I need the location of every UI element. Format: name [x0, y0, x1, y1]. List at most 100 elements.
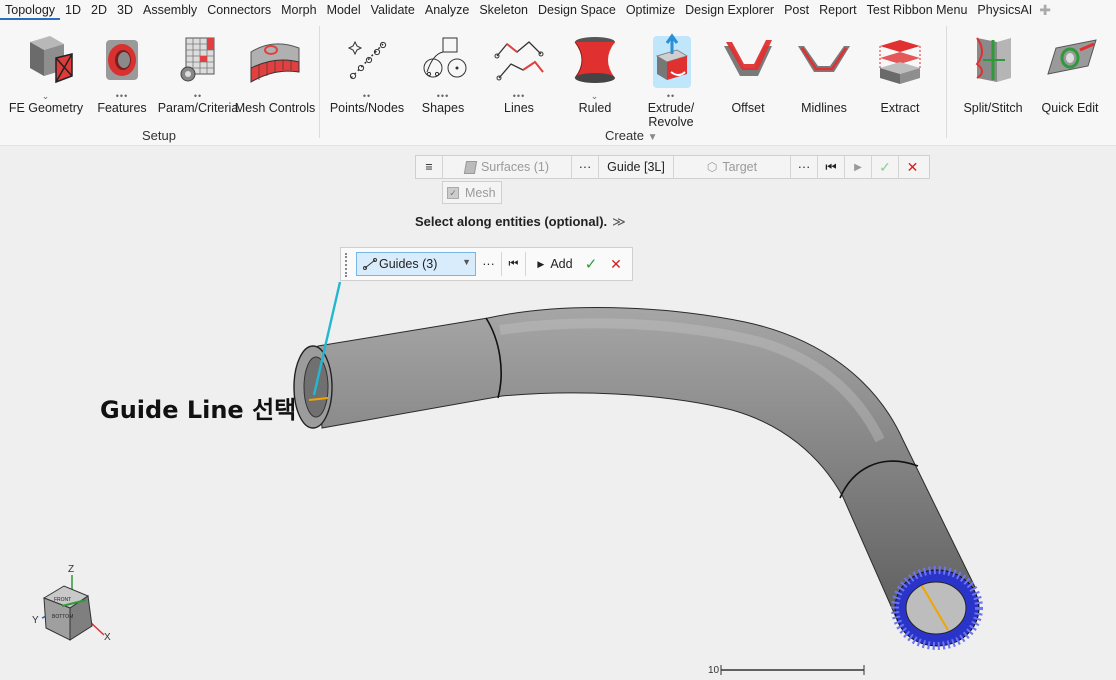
extract-label: Extract	[880, 101, 920, 115]
cancel-icon[interactable]: ✕	[606, 252, 626, 276]
midlines-icon	[798, 46, 850, 72]
menu-tab-assembly[interactable]: Assembly	[138, 0, 202, 20]
lines-icon	[494, 41, 544, 81]
guides-label: Guides (3)	[379, 257, 438, 271]
menu-tab-physicsai[interactable]: PhysicsAI	[972, 0, 1037, 20]
menu-tab-validate[interactable]: Validate	[366, 0, 420, 20]
param-criteria-label: Param/Criteria	[157, 101, 239, 115]
extract-button[interactable]: Extract	[858, 32, 942, 115]
menu-tab-topology[interactable]: Topology	[0, 0, 61, 20]
offset-button[interactable]: Offset	[706, 32, 790, 115]
split-stitch-icon	[975, 37, 1011, 82]
more-options-button-2[interactable]: ···	[791, 156, 818, 178]
ruled-icon	[574, 37, 615, 83]
points-nodes-button[interactable]: •• Points/Nodes	[325, 32, 409, 115]
axis-y-label: Y	[32, 615, 39, 626]
param-criteria-button[interactable]: •• Param/Criteria	[156, 32, 240, 115]
ruled-button[interactable]: ⌄ Ruled	[553, 32, 637, 115]
add-button[interactable]: ▶ Add	[534, 252, 576, 276]
menu-tab-test-ribbon-menu[interactable]: Test Ribbon Menu	[862, 0, 973, 20]
features-label: Features	[97, 101, 147, 115]
target-selector[interactable]: ⬡ Target	[674, 156, 791, 178]
menu-tab-report[interactable]: Report	[814, 0, 862, 20]
dropdown-icon[interactable]: ⌄	[4, 92, 88, 101]
points-nodes-icon	[347, 40, 387, 80]
features-button[interactable]: ••• Features	[80, 32, 164, 115]
menu-tab-connectors[interactable]: Connectors	[202, 0, 276, 20]
quick-edit-button[interactable]: Quick Edit	[1028, 32, 1112, 115]
confirm-icon[interactable]: ✓	[581, 252, 601, 276]
shapes-button[interactable]: ••• Shapes	[401, 32, 485, 115]
surface-icon	[463, 160, 478, 174]
reset-icon[interactable]: ⏮	[818, 156, 845, 178]
param-criteria-icon	[180, 37, 215, 82]
menu-tab-post[interactable]: Post	[779, 0, 814, 20]
split-stitch-button[interactable]: Split/Stitch	[951, 32, 1035, 115]
more-dots-icon[interactable]: ••	[325, 92, 409, 101]
more-options-button[interactable]: ···	[572, 156, 599, 178]
menu-tab-morph[interactable]: Morph	[276, 0, 321, 20]
menu-tab-analyze[interactable]: Analyze	[420, 0, 474, 20]
mesh-label: Mesh	[465, 185, 496, 200]
lines-button[interactable]: ••• Lines	[477, 32, 561, 115]
add-tab-icon[interactable]: ✚	[1037, 2, 1051, 19]
extrude-revolve-button[interactable]: •• Extrude/ Revolve	[629, 32, 713, 129]
selection-toolbar: ≡ Surfaces (1) ··· Guide [3L] ⬡ Target ·…	[415, 155, 930, 179]
create-label-text: Create	[605, 128, 645, 143]
surfaces-selector[interactable]: Surfaces (1)	[443, 156, 572, 178]
dropdown-icon[interactable]: ⌄	[553, 92, 637, 101]
reset-icon[interactable]: ⏮	[502, 252, 526, 276]
midlines-button[interactable]: Midlines	[782, 32, 866, 115]
checkbox-icon: ✓	[447, 186, 459, 199]
more-dots-icon[interactable]: •••	[477, 92, 561, 101]
add-label: Add	[550, 257, 573, 271]
guides-toolbar: Guides (3) ▼ ··· ⏮ ▶ Add ✓ ✕	[340, 247, 633, 281]
cancel-icon[interactable]: ✕	[899, 156, 926, 178]
menu-tab-design-space[interactable]: Design Space	[533, 0, 621, 20]
shapes-icon	[423, 37, 467, 78]
cube-side-label: BOTTOM	[52, 614, 73, 620]
pipe-left-end[interactable]	[293, 345, 333, 429]
menu-tab-2d[interactable]: 2D	[86, 0, 112, 20]
axis-z-label: Z	[68, 564, 74, 575]
menu-tab-3d[interactable]: 3D	[112, 0, 138, 20]
expand-caret-icon[interactable]: ▼	[648, 132, 658, 143]
drag-handle[interactable]	[345, 253, 348, 277]
offset-icon	[724, 40, 772, 76]
expand-chevron-icon[interactable]: ≫	[612, 214, 626, 229]
line-icon	[363, 258, 377, 270]
ruled-label: Ruled	[578, 101, 612, 115]
quick-edit-label: Quick Edit	[1041, 101, 1099, 115]
mesh-controls-button[interactable]: Mesh Controls	[233, 32, 317, 115]
shapes-label: Shapes	[421, 101, 465, 115]
apply-icon[interactable]: ▶	[845, 156, 872, 178]
points-nodes-label: Points/Nodes	[329, 101, 405, 115]
pipe-model[interactable]	[317, 307, 976, 623]
more-dots-icon[interactable]: ••	[629, 92, 713, 101]
menu-tab-model[interactable]: Model	[322, 0, 366, 20]
chevron-down-icon[interactable]: ▼	[462, 257, 471, 267]
more-dots-icon[interactable]: •••	[401, 92, 485, 101]
more-dots-icon[interactable]: ••	[156, 92, 240, 101]
create-group-label: Create ▼	[605, 128, 658, 143]
menu-tab-optimize[interactable]: Optimize	[621, 0, 680, 20]
view-cube-triad[interactable]: FRONT BOTTOM Z Y X	[32, 564, 111, 643]
more-dots-icon[interactable]: •••	[80, 92, 164, 101]
guide-selector[interactable]: Guide [3L]	[599, 156, 674, 178]
fe-geometry-button[interactable]: ⌄ FE Geometry	[4, 32, 88, 115]
more-options-button[interactable]: ···	[476, 252, 502, 276]
menu-icon[interactable]: ≡	[416, 156, 443, 178]
menu-bar: Topology 1D 2D 3D Assembly Connectors Morph Mod…	[0, 0, 1116, 20]
ribbon-divider	[946, 26, 947, 138]
extrude-label-line1: Extrude/	[647, 101, 695, 115]
guides-selector[interactable]: Guides (3) ▼	[356, 252, 476, 276]
pipe-right-end-mesh[interactable]	[891, 566, 983, 650]
menu-tab-1d[interactable]: 1D	[60, 0, 86, 20]
menu-tab-design-explorer[interactable]: Design Explorer	[680, 0, 779, 20]
setup-group-label: Setup	[142, 128, 176, 143]
mesh-toggle[interactable]: ✓ Mesh	[442, 181, 502, 204]
confirm-icon[interactable]: ✓	[872, 156, 899, 178]
cube-top-label: FRONT	[54, 597, 71, 603]
features-icon	[106, 40, 138, 80]
menu-tab-skeleton[interactable]: Skeleton	[474, 0, 533, 20]
